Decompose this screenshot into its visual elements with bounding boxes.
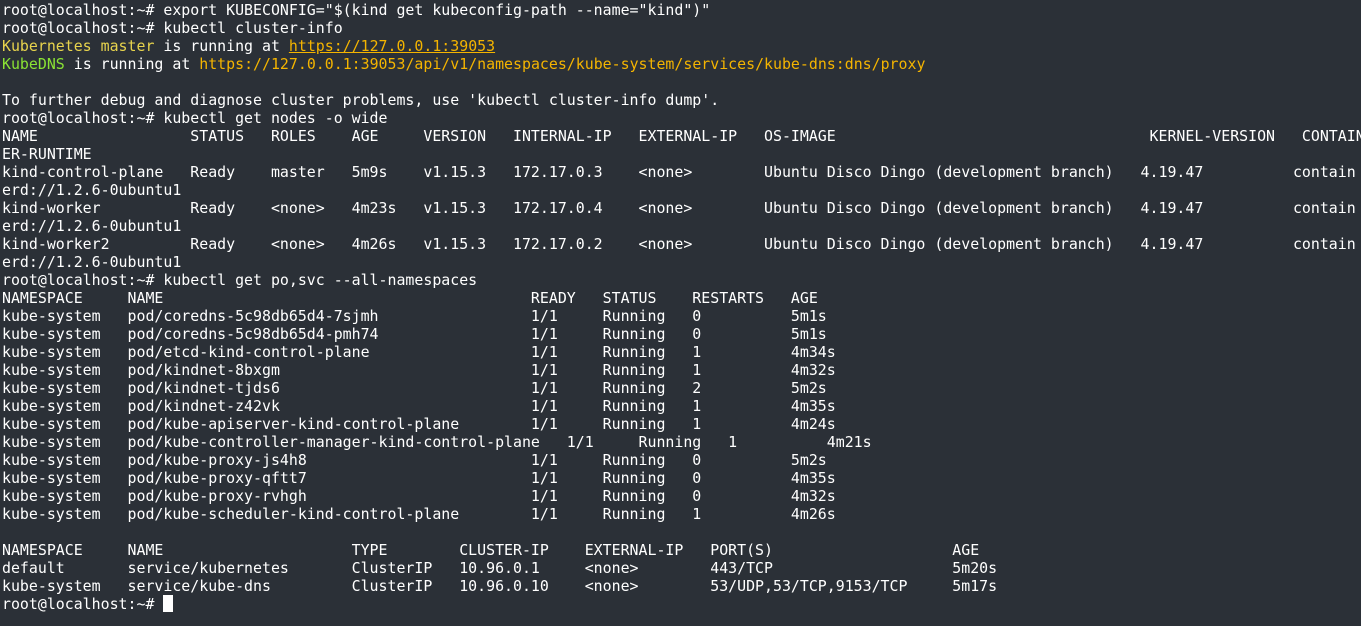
dns-url: https://127.0.0.1:39053/api/v1/namespace… [199,55,926,73]
running-text: is running at [73,55,200,73]
terminal-line: kube-system pod/kube-apiserver-kind-cont… [2,415,836,433]
terminal-line: kube-system pod/coredns-5c98db65d4-7sjmh… [2,307,827,325]
terminal-line: kind-worker Ready <none> 4m23s v1.15.3 1… [2,199,1356,217]
terminal-line: ER-RUNTIME [2,145,92,163]
terminal-line: erd://1.2.6-0ubuntu1 [2,181,182,199]
terminal-line: NAMESPACE NAME READY STATUS RESTARTS AGE [2,289,818,307]
cluster-info-master-line: Kubernetes master is running at https://… [0,37,1361,55]
terminal-line: root@localhost:~# export KUBECONFIG="$(k… [2,1,711,19]
terminal-line: kube-system pod/coredns-5c98db65d4-pmh74… [2,325,827,343]
terminal-line: root@localhost:~# kubectl get nodes -o w… [2,109,388,127]
cluster-info-dns-line: KubeDNS is running at https://127.0.0.1:… [0,55,1361,73]
terminal-line: root@localhost:~# kubectl get po,svc --a… [2,271,478,289]
terminal-line: kind-control-plane Ready master 5m9s v1.… [2,163,1356,181]
terminal-line: kube-system pod/kindnet-z42vk 1/1 Runnin… [2,397,836,415]
terminal-line: kube-system pod/kube-proxy-qftt7 1/1 Run… [2,469,836,487]
dns-label: KubeDNS [2,55,65,73]
prompt: root@localhost:~# [2,595,164,613]
terminal-window[interactable]: root@localhost:~# export KUBECONFIG="$(k… [0,0,1361,626]
terminal-line: kube-system pod/kube-proxy-rvhgh 1/1 Run… [2,487,836,505]
master-url-link[interactable]: https://127.0.0.1:39053 [289,37,495,55]
terminal-line: kube-system pod/kube-scheduler-kind-cont… [2,505,836,523]
terminal-line: kube-system pod/etcd-kind-control-plane … [2,343,836,361]
terminal-line: kube-system pod/kube-proxy-js4h8 1/1 Run… [2,451,827,469]
terminal-line: To further debug and diagnose cluster pr… [2,91,720,109]
running-text: is running at [163,37,289,55]
terminal-line: NAMESPACE NAME TYPE CLUSTER-IP EXTERNAL-… [2,541,980,559]
prompt-line[interactable]: root@localhost:~# [0,595,1361,613]
terminal-line: root@localhost:~# kubectl cluster-info [2,19,343,37]
terminal-line: kube-system service/kube-dns ClusterIP 1… [2,577,998,595]
terminal-line: kube-system pod/kindnet-8bxgm 1/1 Runnin… [2,361,836,379]
terminal-line: NAME STATUS ROLES AGE VERSION INTERNAL-I… [2,127,1361,145]
terminal-line: default service/kubernetes ClusterIP 10.… [2,559,998,577]
terminal-line: erd://1.2.6-0ubuntu1 [2,253,182,271]
text-cursor [163,595,174,612]
terminal-line: kind-worker2 Ready <none> 4m26s v1.15.3 … [2,235,1356,253]
master-label: Kubernetes master [2,37,155,55]
terminal-line: erd://1.2.6-0ubuntu1 [2,217,182,235]
terminal-line: kube-system pod/kindnet-tjds6 1/1 Runnin… [2,379,827,397]
terminal-line: kube-system pod/kube-controller-manager-… [2,433,872,451]
